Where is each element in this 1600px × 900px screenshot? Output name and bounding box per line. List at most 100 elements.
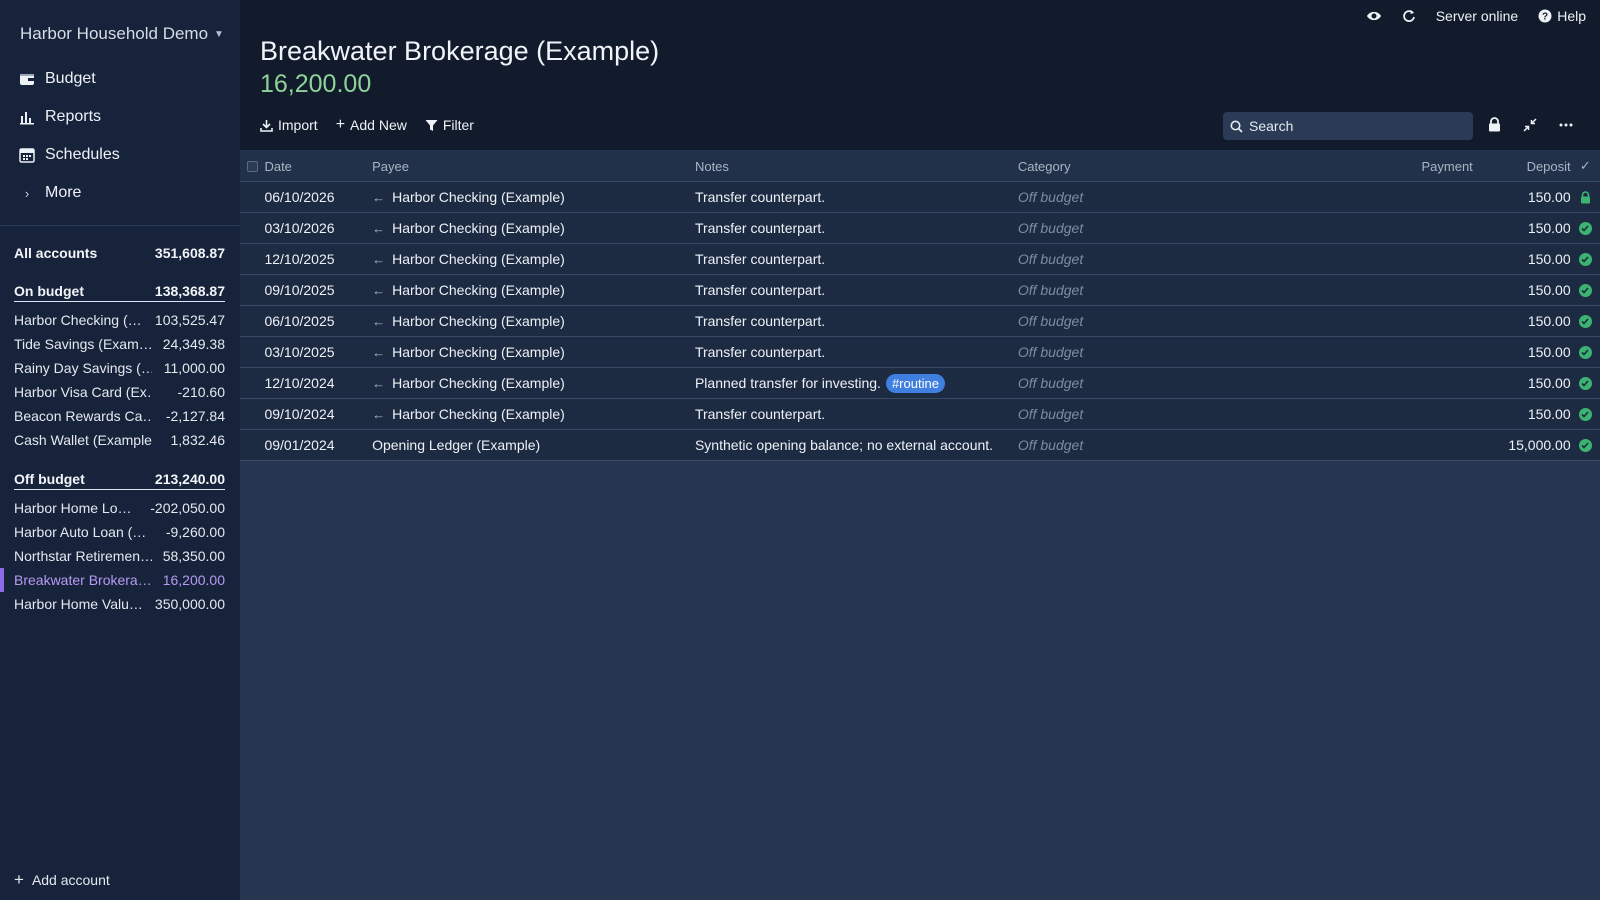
cell-cleared[interactable] <box>1571 314 1600 328</box>
account-beacon-rewards[interactable]: Beacon Rewards Ca… -2,127.84 <box>14 404 225 428</box>
cell-deposit[interactable]: 150.00 <box>1473 375 1571 391</box>
cell-cleared[interactable] <box>1571 345 1600 359</box>
cell-notes[interactable]: Transfer counterpart. <box>695 251 1018 267</box>
nav-item-schedules[interactable]: Schedules <box>0 136 240 174</box>
header-deposit[interactable]: Deposit <box>1473 159 1571 174</box>
account-harbor-home-value[interactable]: Harbor Home Valu… 350,000.00 <box>14 592 225 616</box>
cell-payee[interactable]: ← Harbor Checking (Example) <box>372 220 695 236</box>
table-row[interactable]: 03/10/2026 ← Harbor Checking (Example) Tran… <box>240 213 1600 244</box>
search-input[interactable] <box>1249 118 1459 134</box>
cell-date[interactable]: 03/10/2026 <box>264 220 372 236</box>
account-harbor-auto-loan[interactable]: Harbor Auto Loan (… -9,260.00 <box>14 520 225 544</box>
header-payee[interactable]: Payee <box>372 159 695 174</box>
cell-payee[interactable]: Opening Ledger (Example) <box>372 437 695 453</box>
header-category[interactable]: Category <box>1018 159 1331 174</box>
collapse-icon[interactable] <box>1522 117 1538 132</box>
account-harbor-home-loan[interactable]: Harbor Home Lo… -202,050.00 <box>14 496 225 520</box>
cell-category[interactable]: Off budget <box>1018 313 1331 329</box>
cell-date[interactable]: 09/01/2024 <box>264 437 372 453</box>
cell-deposit[interactable]: 150.00 <box>1473 282 1571 298</box>
cell-cleared[interactable] <box>1571 438 1600 452</box>
cell-notes[interactable]: Planned transfer for investing. #routine <box>695 373 1018 393</box>
account-cash-wallet[interactable]: Cash Wallet (Example) 1,832.46 <box>14 428 225 452</box>
cell-category[interactable]: Off budget <box>1018 344 1331 360</box>
search-box[interactable] <box>1223 112 1473 140</box>
table-row[interactable]: 12/10/2024 ← Harbor Checking (Example) Plan… <box>240 368 1600 399</box>
cell-deposit[interactable]: 150.00 <box>1473 189 1571 205</box>
account-title[interactable]: Breakwater Brokerage (Example) <box>260 36 659 67</box>
header-notes[interactable]: Notes <box>695 159 1018 174</box>
budget-switcher[interactable]: Harbor Household Demo ▼ <box>20 24 224 44</box>
cell-deposit[interactable]: 150.00 <box>1473 220 1571 236</box>
table-row[interactable]: 06/10/2025 ← Harbor Checking (Example) Tran… <box>240 306 1600 337</box>
cell-category[interactable]: Off budget <box>1018 189 1331 205</box>
cell-notes[interactable]: Transfer counterpart. <box>695 344 1018 360</box>
cell-payee[interactable]: ← Harbor Checking (Example) <box>372 282 695 298</box>
server-status[interactable]: Server online <box>1436 8 1519 24</box>
cell-category[interactable]: Off budget <box>1018 375 1331 391</box>
cell-payee[interactable]: ← Harbor Checking (Example) <box>372 406 695 422</box>
header-cleared[interactable]: ✓ <box>1571 158 1600 174</box>
nav-item-reports[interactable]: Reports <box>0 98 240 136</box>
cell-notes[interactable]: Transfer counterpart. <box>695 406 1018 422</box>
table-row[interactable]: 06/10/2026 ← Harbor Checking (Example) Tran… <box>240 182 1600 213</box>
cell-category[interactable]: Off budget <box>1018 437 1331 453</box>
import-button[interactable]: Import <box>260 117 318 133</box>
account-breakwater-brokerage[interactable]: Breakwater Brokera… 16,200.00 <box>0 568 225 592</box>
cell-category[interactable]: Off budget <box>1018 282 1331 298</box>
cell-deposit[interactable]: 150.00 <box>1473 344 1571 360</box>
more-options-icon[interactable] <box>1558 123 1574 127</box>
cell-payee[interactable]: ← Harbor Checking (Example) <box>372 313 695 329</box>
cell-deposit[interactable]: 150.00 <box>1473 406 1571 422</box>
note-tag[interactable]: #routine <box>885 373 945 393</box>
cell-notes[interactable]: Transfer counterpart. <box>695 220 1018 236</box>
cell-cleared[interactable] <box>1571 407 1600 421</box>
account-balance-total[interactable]: 16,200.00 <box>260 70 371 99</box>
cell-payee[interactable]: ← Harbor Checking (Example) <box>372 344 695 360</box>
nav-item-more[interactable]: › More <box>0 174 240 212</box>
cell-date[interactable]: 12/10/2024 <box>264 375 372 391</box>
cell-category[interactable]: Off budget <box>1018 220 1331 236</box>
account-rainy-day-savings[interactable]: Rainy Day Savings (… 11,000.00 <box>14 356 225 380</box>
nav-item-budget[interactable]: Budget <box>0 60 240 98</box>
add-new-button[interactable]: + Add New <box>336 117 407 134</box>
cell-category[interactable]: Off budget <box>1018 406 1331 422</box>
cell-deposit[interactable]: 15,000.00 <box>1473 437 1570 453</box>
sync-icon[interactable] <box>1402 9 1416 23</box>
select-all-checkbox[interactable] <box>246 160 258 172</box>
cell-cleared[interactable] <box>1571 190 1600 204</box>
account-tide-savings[interactable]: Tide Savings (Exam… 24,349.38 <box>14 332 225 356</box>
table-row[interactable]: 03/10/2025 ← Harbor Checking (Example) Tran… <box>240 337 1600 368</box>
add-account-button[interactable]: + Add account <box>14 871 110 888</box>
table-row[interactable]: 09/01/2024 Opening Ledger (Example) Synthe… <box>240 430 1600 461</box>
cell-category[interactable]: Off budget <box>1018 251 1331 267</box>
cell-date[interactable]: 06/10/2025 <box>264 313 372 329</box>
cell-date[interactable]: 03/10/2025 <box>264 344 372 360</box>
cell-cleared[interactable] <box>1571 221 1600 235</box>
account-harbor-checking[interactable]: Harbor Checking (… 103,525.47 <box>14 308 225 332</box>
cell-notes[interactable]: Transfer counterpart. <box>695 282 1018 298</box>
filter-button[interactable]: Filter <box>425 117 474 133</box>
account-harbor-visa[interactable]: Harbor Visa Card (Ex… -210.60 <box>14 380 225 404</box>
eye-icon[interactable] <box>1366 10 1382 22</box>
header-date[interactable]: Date <box>264 159 372 174</box>
header-payment[interactable]: Payment <box>1331 159 1472 174</box>
cell-date[interactable]: 12/10/2025 <box>264 251 372 267</box>
cell-payee[interactable]: ← Harbor Checking (Example) <box>372 189 695 205</box>
table-row[interactable]: 09/10/2025 ← Harbor Checking (Example) Tran… <box>240 275 1600 306</box>
all-accounts-row[interactable]: All accounts 351,608.87 <box>14 242 225 264</box>
on-budget-header[interactable]: On budget 138,368.87 <box>14 280 225 302</box>
cell-deposit[interactable]: 150.00 <box>1473 251 1571 267</box>
cell-deposit[interactable]: 150.00 <box>1473 313 1571 329</box>
lock-icon[interactable] <box>1486 117 1502 132</box>
cell-payee[interactable]: ← Harbor Checking (Example) <box>372 251 695 267</box>
cell-cleared[interactable] <box>1571 376 1600 390</box>
cell-cleared[interactable] <box>1571 252 1600 266</box>
cell-date[interactable]: 06/10/2026 <box>264 189 372 205</box>
cell-payee[interactable]: ← Harbor Checking (Example) <box>372 375 695 391</box>
cell-notes[interactable]: Transfer counterpart. <box>695 313 1018 329</box>
table-row[interactable]: 09/10/2024 ← Harbor Checking (Example) Tran… <box>240 399 1600 430</box>
help-button[interactable]: ? Help <box>1538 8 1586 24</box>
cell-date[interactable]: 09/10/2024 <box>264 406 372 422</box>
cell-date[interactable]: 09/10/2025 <box>264 282 372 298</box>
